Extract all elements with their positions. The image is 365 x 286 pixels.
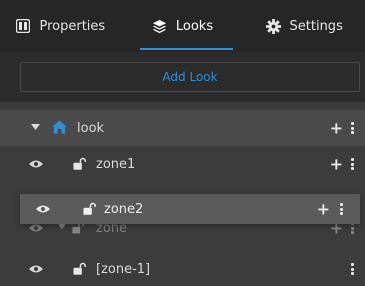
looks-tree: look + zone1 + zone + [zone-1] zone2 +	[0, 102, 365, 286]
tree-row-zone-1-label: [zone-1]	[96, 261, 151, 277]
more-options-icon[interactable]	[339, 203, 343, 215]
tab-settings[interactable]: Settings	[243, 0, 365, 52]
eye-icon[interactable]	[29, 265, 43, 274]
drag-preview-zone2[interactable]: zone2 +	[20, 194, 360, 224]
looks-panel: Properties Looks Settings Add Look look …	[0, 0, 365, 286]
more-options-icon[interactable]	[350, 158, 354, 170]
more-options-icon[interactable]	[350, 122, 354, 134]
tree-row-look-label: look	[77, 120, 105, 136]
add-child-button[interactable]: +	[330, 155, 343, 174]
add-look-bar: Add Look	[0, 52, 365, 102]
unlock-icon[interactable]	[73, 262, 86, 275]
layers-icon	[152, 19, 166, 33]
tab-settings-label: Settings	[289, 18, 343, 34]
unlock-icon[interactable]	[83, 202, 96, 215]
tree-row-zone1-label: zone1	[96, 156, 136, 172]
tree-row-zone-1[interactable]: [zone-1]	[0, 252, 365, 286]
add-look-button[interactable]: Add Look	[20, 62, 360, 92]
tree-row-zone1[interactable]: zone1 +	[0, 146, 365, 182]
tab-looks[interactable]: Looks	[122, 0, 244, 52]
drag-preview-label: zone2	[104, 201, 144, 217]
tab-looks-label: Looks	[175, 18, 214, 34]
tab-properties-label: Properties	[39, 18, 106, 34]
unlock-icon[interactable]	[73, 157, 86, 170]
add-child-button[interactable]: +	[317, 200, 330, 219]
tab-properties[interactable]: Properties	[0, 0, 122, 52]
tab-bar: Properties Looks Settings	[0, 0, 365, 52]
tree-row-look[interactable]: look +	[0, 110, 365, 146]
eye-icon[interactable]	[29, 160, 43, 169]
caret-down-icon[interactable]	[31, 124, 40, 131]
more-options-icon[interactable]	[350, 263, 354, 275]
caret-down-icon[interactable]	[58, 224, 66, 230]
add-child-button[interactable]: +	[330, 119, 343, 138]
home-icon	[52, 120, 67, 134]
gear-icon	[265, 18, 281, 34]
eye-icon[interactable]	[29, 224, 43, 233]
properties-icon	[16, 19, 31, 33]
eye-icon[interactable]	[36, 205, 50, 214]
